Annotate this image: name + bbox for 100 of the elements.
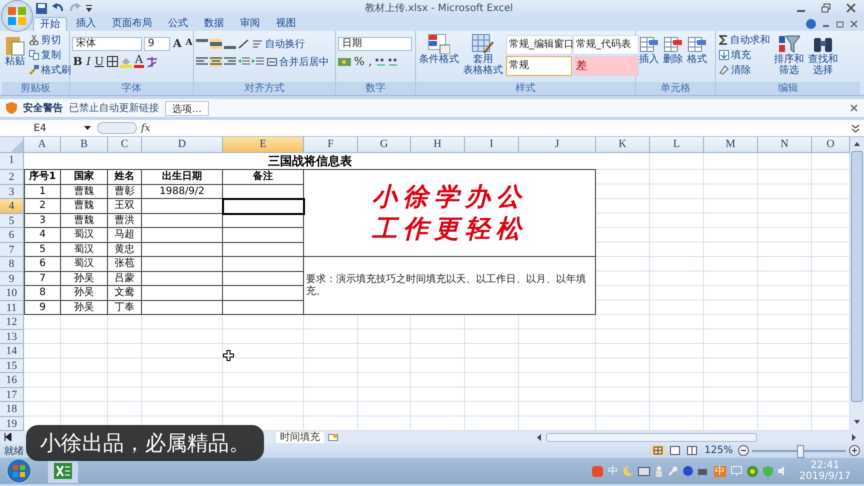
page-break-icon[interactable]: [685, 445, 700, 456]
office-button[interactable]: [2, 1, 32, 31]
row-header[interactable]: 5: [0, 214, 24, 228]
align-middle-icon[interactable]: [210, 38, 222, 48]
column-header[interactable]: F: [304, 137, 358, 153]
column-header[interactable]: D: [142, 137, 223, 153]
column-header[interactable]: K: [596, 137, 650, 153]
bold-button[interactable]: B: [72, 55, 84, 68]
column-header[interactable]: H: [411, 137, 465, 153]
undo-icon[interactable]: [52, 3, 64, 13]
save-icon[interactable]: [36, 2, 47, 14]
column-header[interactable]: G: [358, 137, 411, 153]
zoom-in-icon[interactable]: [849, 445, 860, 456]
column-header[interactable]: I: [465, 137, 519, 153]
grow-font-button[interactable]: A: [172, 37, 183, 50]
conditional-format-button[interactable]: 条件格式: [418, 33, 460, 66]
currency-icon[interactable]: [338, 56, 351, 66]
help-icon[interactable]: [806, 18, 816, 28]
ribbon-tab[interactable]: 插入: [69, 17, 103, 31]
number-format-field[interactable]: 日期: [338, 36, 412, 50]
autosum-button[interactable]: 自动求和: [718, 33, 771, 46]
clear-button[interactable]: 清除: [718, 63, 771, 76]
column-header[interactable]: O: [812, 137, 850, 153]
ribbon-tab[interactable]: 页面布局: [105, 17, 159, 31]
network-icon[interactable]: [698, 466, 709, 476]
row-header[interactable]: 18: [0, 402, 24, 416]
column-header[interactable]: L: [650, 137, 704, 153]
copy-button[interactable]: 复制: [28, 48, 72, 61]
row-header[interactable]: 16: [0, 373, 24, 388]
decrease-decimal-icon[interactable]: [388, 56, 399, 66]
underline-button[interactable]: U: [94, 55, 105, 68]
page-layout-icon[interactable]: [668, 445, 682, 456]
row-header[interactable]: 7: [0, 242, 24, 257]
row-header[interactable]: 15: [0, 358, 24, 373]
align-center-icon[interactable]: [210, 56, 222, 66]
cut-button[interactable]: 剪切: [28, 33, 72, 46]
column-header[interactable]: C: [108, 137, 142, 153]
font-size-field[interactable]: 9: [144, 36, 170, 50]
ribbon-tab[interactable]: 公式: [161, 17, 195, 31]
row-header[interactable]: 6: [0, 228, 24, 242]
cell-style-item[interactable]: 常规_代码表: [573, 35, 639, 55]
cells-button[interactable]: 删除: [662, 33, 684, 66]
row-header[interactable]: 12: [0, 315, 24, 330]
column-header[interactable]: E: [223, 137, 304, 153]
find-select-button[interactable]: 查找和 选择: [807, 33, 839, 77]
percent-button[interactable]: %: [353, 55, 366, 68]
align-right-icon[interactable]: [224, 56, 236, 66]
row-header[interactable]: 3: [0, 184, 24, 199]
column-header[interactable]: B: [61, 137, 108, 153]
fill-color-icon[interactable]: [120, 56, 132, 68]
ribbon-tab[interactable]: 数据: [197, 17, 231, 31]
normal-view-icon[interactable]: [651, 445, 666, 456]
column-header[interactable]: J: [519, 137, 596, 153]
dropdown-caret-icon[interactable]: [84, 126, 91, 130]
increase-decimal-icon[interactable]: [374, 56, 386, 66]
zoom-level[interactable]: 125%: [704, 445, 733, 456]
close-icon[interactable]: [850, 20, 858, 28]
column-header[interactable]: A: [24, 137, 61, 153]
cell-style-item[interactable]: 常规: [506, 56, 572, 76]
help-icon[interactable]: [683, 466, 693, 476]
comma-button[interactable]: ,: [367, 55, 373, 68]
input-method-icon[interactable]: [592, 466, 603, 476]
align-left-icon[interactable]: [196, 56, 208, 66]
increase-indent-icon[interactable]: [252, 56, 264, 66]
cell-style-item[interactable]: 差: [573, 56, 639, 76]
row-header[interactable]: 19: [0, 416, 24, 431]
sheet-nav-icon[interactable]: [4, 433, 12, 441]
row-header[interactable]: 10: [0, 286, 24, 300]
selected-cell[interactable]: [222, 198, 305, 214]
cells-button[interactable]: 插入: [638, 33, 660, 66]
ribbon-tab[interactable]: 开始: [33, 17, 67, 31]
zoom-slider-thumb[interactable]: [797, 444, 804, 458]
format-painter-button[interactable]: 格式刷: [28, 63, 72, 76]
decrease-indent-icon[interactable]: [238, 56, 250, 66]
row-header[interactable]: 14: [0, 344, 24, 358]
keyboard-icon[interactable]: [638, 466, 650, 476]
close-icon[interactable]: [846, 3, 856, 13]
phonetic-icon[interactable]: [146, 56, 158, 68]
row-header[interactable]: 13: [0, 330, 24, 344]
ribbon-tab[interactable]: 视图: [269, 17, 303, 31]
column-header[interactable]: N: [758, 137, 812, 153]
customize-menu-icon[interactable]: [86, 4, 92, 12]
start-button[interactable]: [6, 458, 32, 484]
insert-function-label[interactable]: fx: [141, 122, 150, 134]
insert-sheet-icon[interactable]: [327, 432, 339, 442]
wrap-text-button[interactable]: 自动换行: [252, 37, 306, 50]
font-color-button[interactable]: A: [134, 55, 144, 68]
expand-icon[interactable]: [851, 124, 860, 132]
name-box[interactable]: E4: [0, 122, 80, 134]
row-header[interactable]: 17: [0, 388, 24, 402]
shrink-font-button[interactable]: A: [184, 37, 194, 50]
sheet-tab[interactable]: 时间填充: [276, 432, 324, 442]
close-icon[interactable]: [850, 104, 858, 112]
row-header[interactable]: 4: [0, 199, 24, 214]
row-header[interactable]: 11: [0, 300, 24, 315]
row-header[interactable]: 2: [0, 170, 24, 184]
options-button[interactable]: 选项...: [165, 100, 209, 116]
paste-button[interactable]: 粘贴: [4, 33, 26, 68]
merge-center-button[interactable]: 合并后居中: [266, 55, 330, 68]
border-icon[interactable]: [106, 56, 118, 67]
